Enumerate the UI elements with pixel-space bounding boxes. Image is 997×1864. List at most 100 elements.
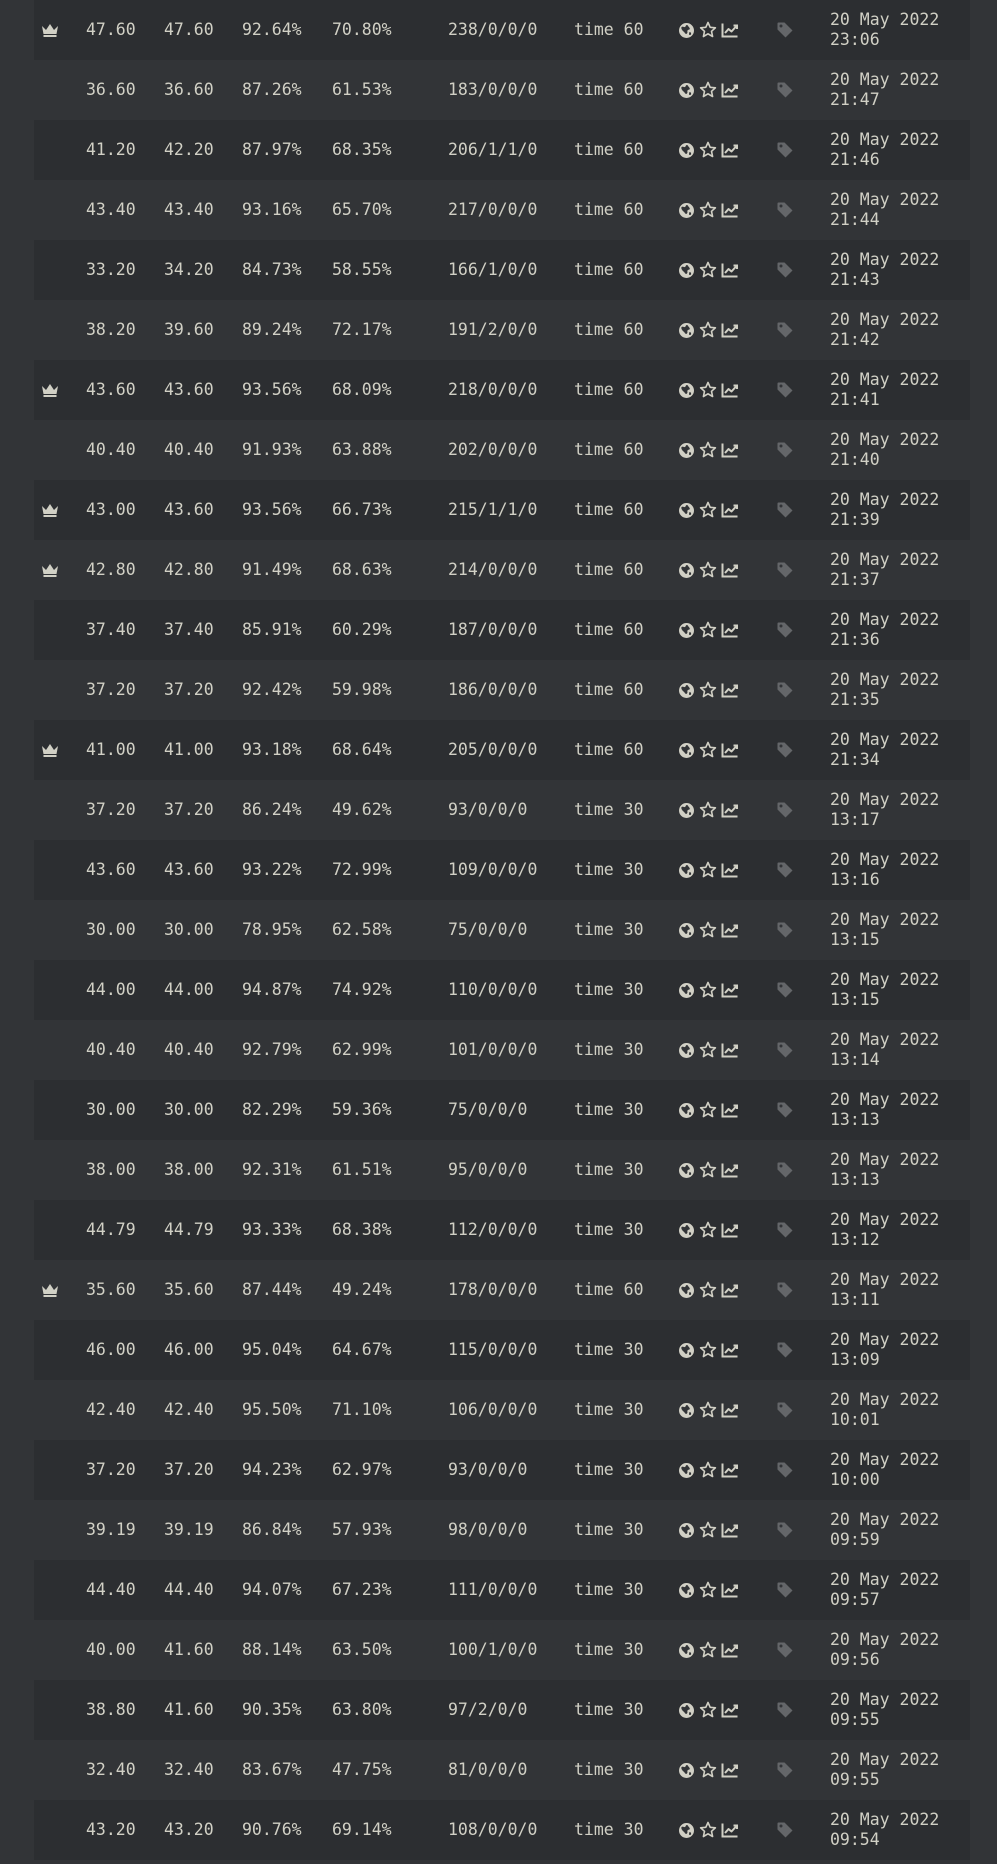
star-icon[interactable] (699, 441, 717, 459)
tag-icon[interactable] (776, 780, 794, 840)
chart-line-icon[interactable] (721, 82, 739, 98)
chart-line-icon[interactable] (721, 1462, 739, 1478)
globe-icon[interactable] (678, 682, 695, 699)
star-icon[interactable] (699, 1641, 717, 1659)
globe-icon[interactable] (678, 262, 695, 279)
chart-line-icon[interactable] (721, 562, 739, 578)
star-icon[interactable] (699, 861, 717, 879)
tag-icon[interactable] (776, 240, 794, 300)
chart-line-icon[interactable] (721, 442, 739, 458)
globe-icon[interactable] (678, 1582, 695, 1599)
tag-icon[interactable] (776, 420, 794, 480)
tag-icon[interactable] (776, 1560, 794, 1620)
globe-icon[interactable] (678, 862, 695, 879)
tag-icon[interactable] (776, 1800, 794, 1860)
star-icon[interactable] (699, 621, 717, 639)
globe-icon[interactable] (678, 1402, 695, 1419)
tag-icon[interactable] (776, 840, 794, 900)
globe-icon[interactable] (678, 922, 695, 939)
tag-icon[interactable] (776, 1620, 794, 1680)
star-icon[interactable] (699, 261, 717, 279)
tag-icon[interactable] (776, 660, 794, 720)
globe-icon[interactable] (678, 382, 695, 399)
chart-line-icon[interactable] (721, 202, 739, 218)
chart-line-icon[interactable] (721, 742, 739, 758)
chart-line-icon[interactable] (721, 142, 739, 158)
tag-icon[interactable] (776, 60, 794, 120)
tag-icon[interactable] (776, 1140, 794, 1200)
chart-line-icon[interactable] (721, 1342, 739, 1358)
chart-line-icon[interactable] (721, 1702, 739, 1718)
tag-icon[interactable] (776, 480, 794, 540)
tag-icon[interactable] (776, 1680, 794, 1740)
star-icon[interactable] (699, 801, 717, 819)
chart-line-icon[interactable] (721, 502, 739, 518)
globe-icon[interactable] (678, 1702, 695, 1719)
globe-icon[interactable] (678, 982, 695, 999)
chart-line-icon[interactable] (721, 322, 739, 338)
globe-icon[interactable] (678, 1822, 695, 1839)
chart-line-icon[interactable] (721, 1582, 739, 1598)
globe-icon[interactable] (678, 502, 695, 519)
star-icon[interactable] (699, 1761, 717, 1779)
star-icon[interactable] (699, 1221, 717, 1239)
star-icon[interactable] (699, 1581, 717, 1599)
globe-icon[interactable] (678, 82, 695, 99)
tag-icon[interactable] (776, 720, 794, 780)
star-icon[interactable] (699, 1701, 717, 1719)
star-icon[interactable] (699, 981, 717, 999)
globe-icon[interactable] (678, 1162, 695, 1179)
star-icon[interactable] (699, 321, 717, 339)
chart-line-icon[interactable] (721, 22, 739, 38)
globe-icon[interactable] (678, 1222, 695, 1239)
globe-icon[interactable] (678, 1342, 695, 1359)
chart-line-icon[interactable] (721, 1042, 739, 1058)
star-icon[interactable] (699, 561, 717, 579)
globe-icon[interactable] (678, 1102, 695, 1119)
globe-icon[interactable] (678, 1282, 695, 1299)
tag-icon[interactable] (776, 120, 794, 180)
star-icon[interactable] (699, 381, 717, 399)
tag-icon[interactable] (776, 1380, 794, 1440)
chart-line-icon[interactable] (721, 622, 739, 638)
globe-icon[interactable] (678, 142, 695, 159)
globe-icon[interactable] (678, 622, 695, 639)
star-icon[interactable] (699, 741, 717, 759)
chart-line-icon[interactable] (721, 1162, 739, 1178)
chart-line-icon[interactable] (721, 982, 739, 998)
tag-icon[interactable] (776, 1500, 794, 1560)
star-icon[interactable] (699, 141, 717, 159)
chart-line-icon[interactable] (721, 262, 739, 278)
chart-line-icon[interactable] (721, 382, 739, 398)
star-icon[interactable] (699, 1041, 717, 1059)
globe-icon[interactable] (678, 1642, 695, 1659)
globe-icon[interactable] (678, 22, 695, 39)
tag-icon[interactable] (776, 1080, 794, 1140)
tag-icon[interactable] (776, 540, 794, 600)
star-icon[interactable] (699, 1161, 717, 1179)
chart-line-icon[interactable] (721, 1822, 739, 1838)
chart-line-icon[interactable] (721, 1762, 739, 1778)
tag-icon[interactable] (776, 900, 794, 960)
chart-line-icon[interactable] (721, 1642, 739, 1658)
star-icon[interactable] (699, 1341, 717, 1359)
chart-line-icon[interactable] (721, 1222, 739, 1238)
tag-icon[interactable] (776, 0, 794, 60)
chart-line-icon[interactable] (721, 862, 739, 878)
chart-line-icon[interactable] (721, 1282, 739, 1298)
chart-line-icon[interactable] (721, 1522, 739, 1538)
star-icon[interactable] (699, 81, 717, 99)
star-icon[interactable] (699, 1821, 717, 1839)
globe-icon[interactable] (678, 1042, 695, 1059)
chart-line-icon[interactable] (721, 802, 739, 818)
tag-icon[interactable] (776, 600, 794, 660)
star-icon[interactable] (699, 1281, 717, 1299)
star-icon[interactable] (699, 681, 717, 699)
tag-icon[interactable] (776, 360, 794, 420)
tag-icon[interactable] (776, 300, 794, 360)
tag-icon[interactable] (776, 1020, 794, 1080)
star-icon[interactable] (699, 1521, 717, 1539)
tag-icon[interactable] (776, 1740, 794, 1800)
star-icon[interactable] (699, 1401, 717, 1419)
globe-icon[interactable] (678, 802, 695, 819)
